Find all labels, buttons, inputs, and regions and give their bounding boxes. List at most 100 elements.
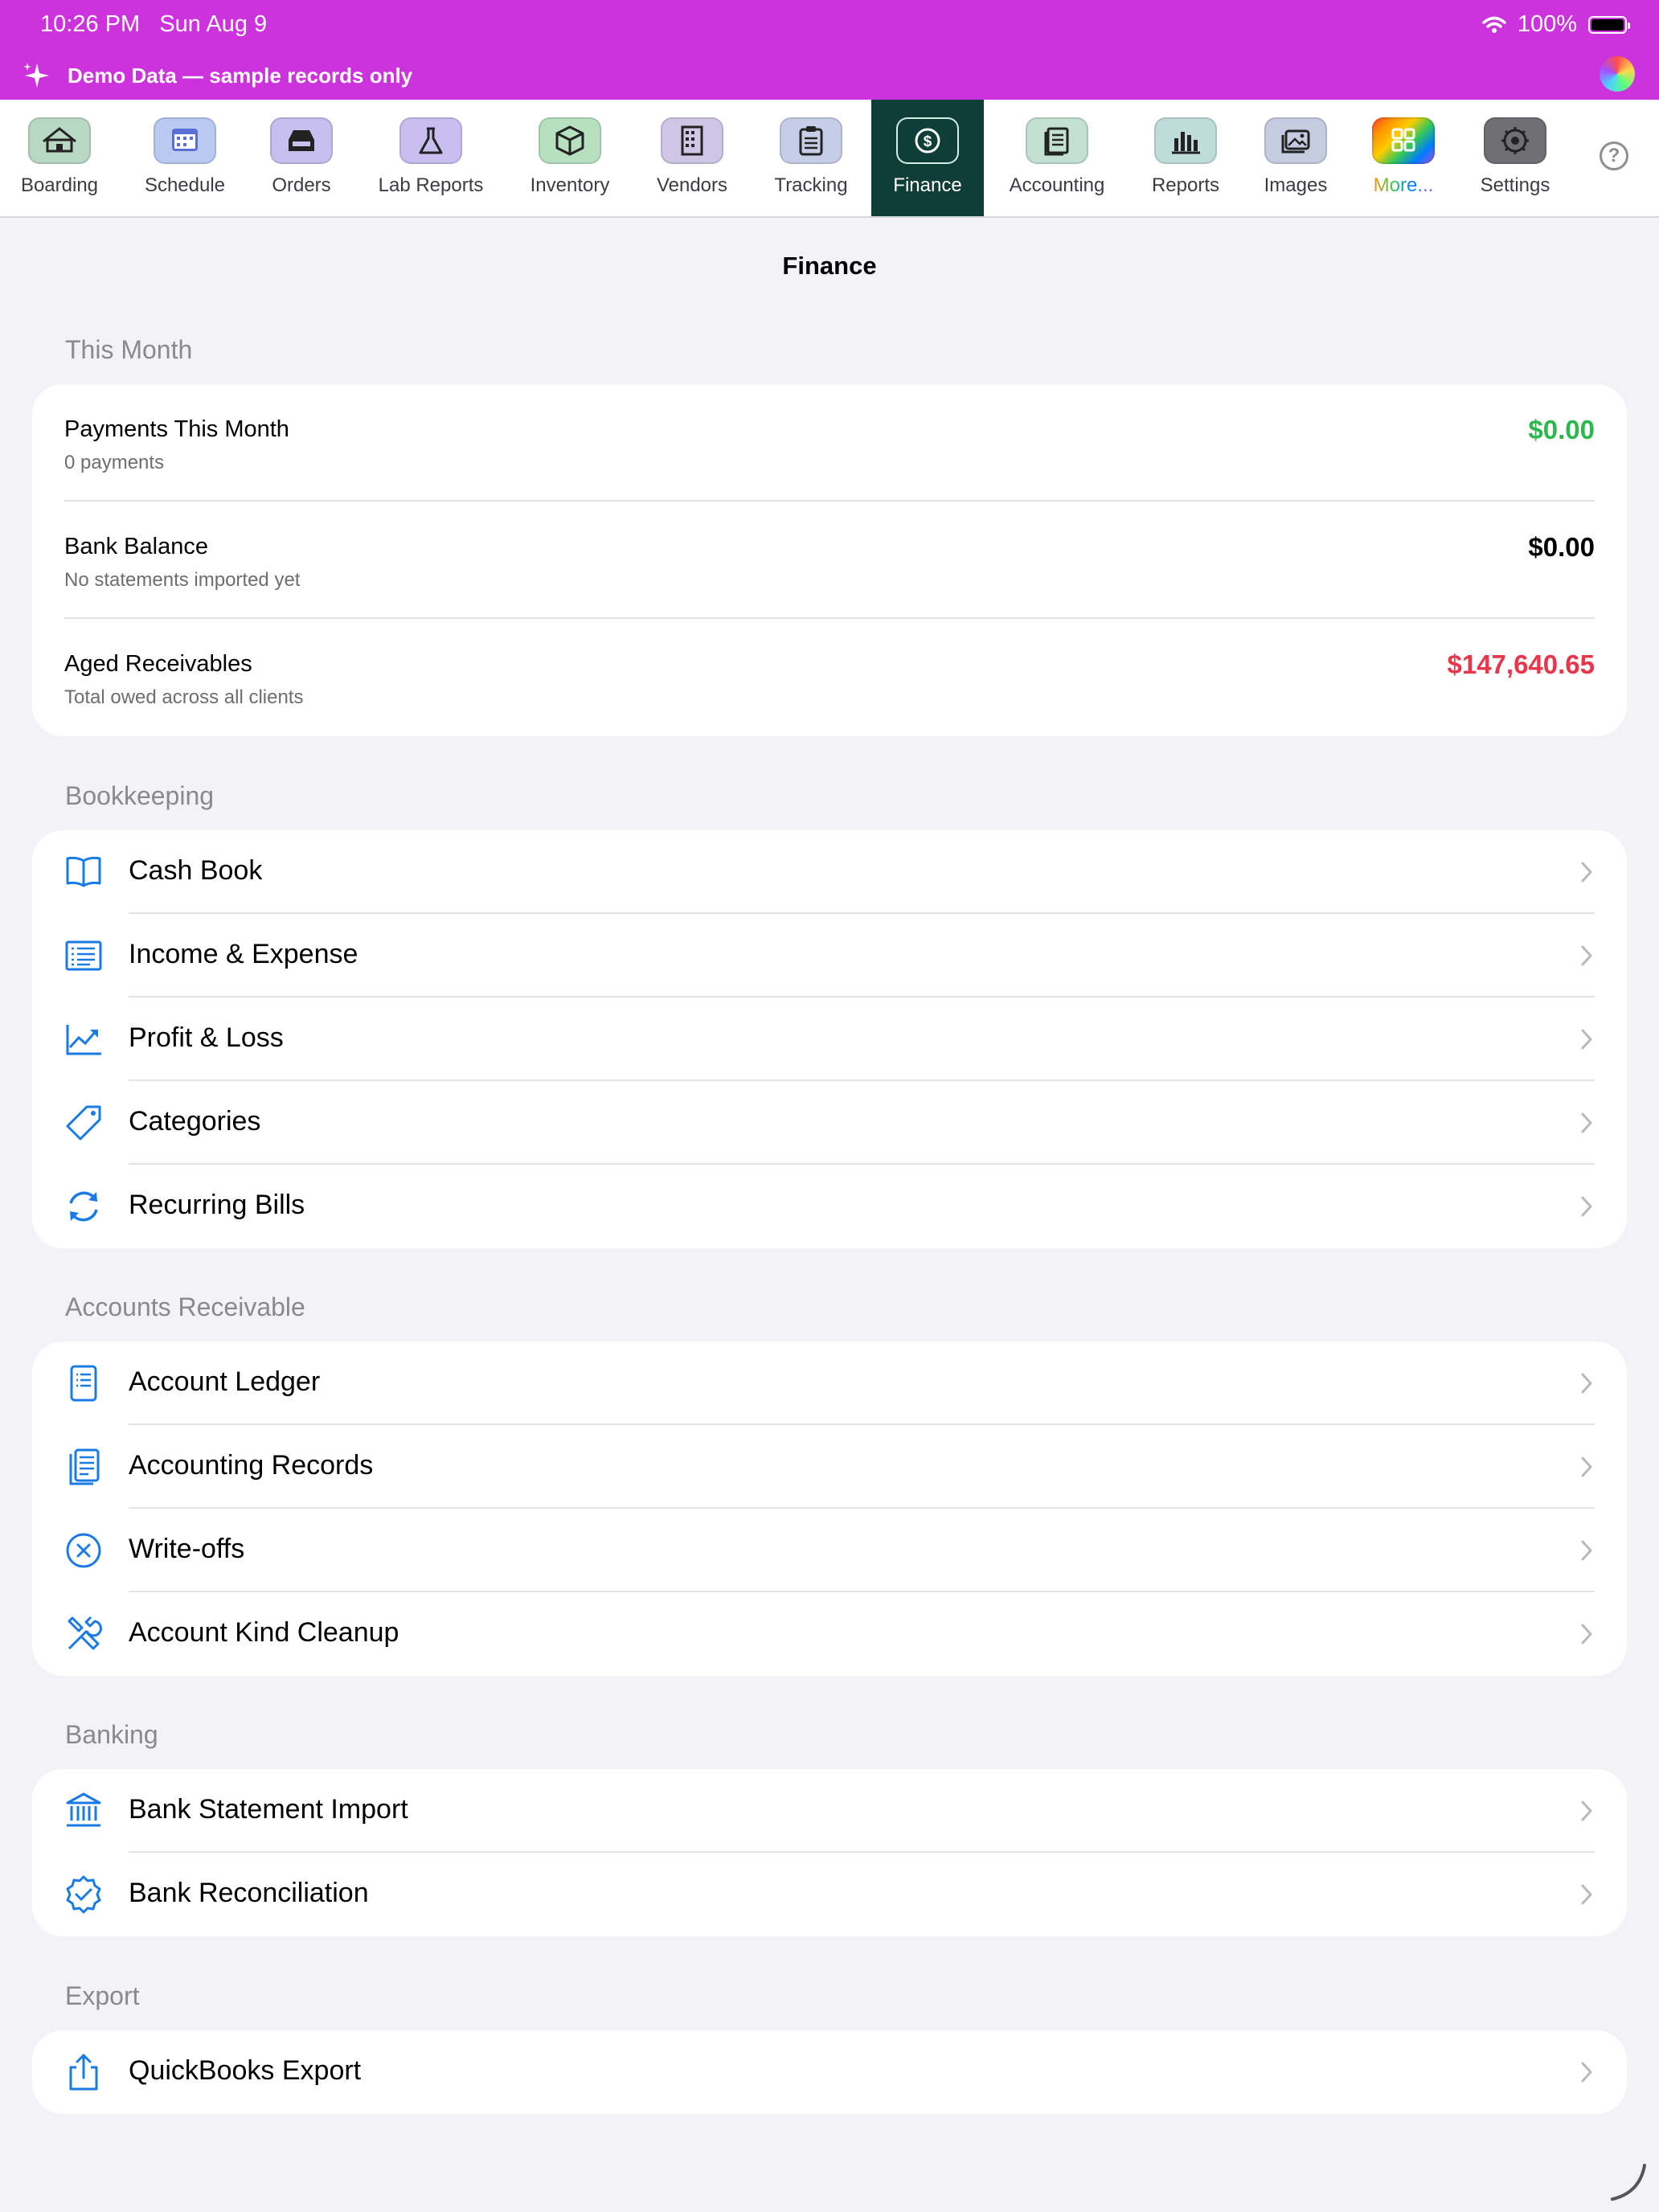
x-circle-icon: [66, 1533, 101, 1568]
nav-row-profit-loss[interactable]: Profit & Loss: [32, 997, 1627, 1081]
chevron-right-icon: [1581, 1624, 1592, 1645]
tab-label: Settings: [1480, 174, 1550, 196]
nav-row-bank-reconciliation[interactable]: Bank Reconciliation: [32, 1853, 1627, 1936]
nav-label: Categories: [129, 1106, 261, 1137]
summary-value: $0.00: [1528, 532, 1595, 562]
tab-label: Orders: [272, 174, 331, 196]
export-card: QuickBooks Export: [32, 2030, 1627, 2114]
section-header-export: Export: [65, 1981, 140, 2010]
chevron-right-icon: [1581, 1373, 1592, 1394]
summary-title: Aged Receivables: [64, 651, 252, 677]
chevron-right-icon: [1581, 1800, 1592, 1821]
sparkle-icon: [23, 63, 49, 88]
chevron-right-icon: [1581, 1540, 1592, 1561]
section-header-banking: Banking: [65, 1720, 158, 1749]
nav-row-account-ledger[interactable]: Account Ledger: [32, 1342, 1627, 1425]
share-icon: [69, 2054, 98, 2091]
profile-orb-icon[interactable]: [1600, 56, 1635, 92]
nav-row-account-kind-cleanup[interactable]: Account Kind Cleanup: [32, 1592, 1627, 1676]
tab-label: Schedule: [144, 174, 226, 196]
summary-row-bank-balance: Bank Balance No statements imported yet …: [32, 502, 1627, 619]
summary-row-aged-receivables: Aged Receivables Total owed across all c…: [32, 619, 1627, 736]
chevron-right-icon: [1581, 1112, 1592, 1133]
list-icon: [65, 940, 102, 971]
tag-icon: [66, 1105, 101, 1141]
nav-row-bank-statement-import[interactable]: Bank Statement Import: [32, 1769, 1627, 1853]
battery-icon: [1588, 15, 1630, 34]
tab-label: Inventory: [530, 174, 610, 196]
summary-subtitle: Total owed across all clients: [64, 686, 304, 708]
tab-finance[interactable]: $ Finance: [871, 100, 984, 216]
tab-reports[interactable]: Reports: [1133, 100, 1238, 216]
book-icon: [66, 856, 101, 887]
wrench-icon: [68, 1616, 102, 1650]
clipboard-icon: [780, 117, 842, 164]
chevron-right-icon: [1581, 1456, 1592, 1477]
records-icon: [69, 1448, 100, 1485]
tab-images[interactable]: Images: [1243, 100, 1348, 216]
section-header-accounts-receivable: Accounts Receivable: [65, 1292, 305, 1321]
nav-label: Profit & Loss: [129, 1022, 284, 1053]
tab-label: Accounting: [1009, 174, 1105, 196]
nav-row-cash-book[interactable]: Cash Book: [32, 830, 1627, 914]
section-header-this-month: This Month: [65, 335, 193, 364]
nav-row-categories[interactable]: Categories: [32, 1081, 1627, 1165]
tray-icon: [270, 117, 333, 164]
tab-accounting[interactable]: Accounting: [1005, 100, 1109, 216]
chevron-right-icon: [1581, 2062, 1592, 2083]
tab-label: Vendors: [656, 174, 728, 196]
nav-label: Write-offs: [129, 1534, 245, 1564]
status-time: 10:26 PM Sun Aug 9: [40, 11, 267, 38]
tab-orders[interactable]: Orders: [249, 100, 354, 216]
tab-settings[interactable]: Settings: [1463, 100, 1567, 216]
tab-inventory[interactable]: Inventory: [518, 100, 622, 216]
nav-label: Cash Book: [129, 855, 263, 886]
tab-label: Tracking: [774, 174, 848, 196]
nav-label: Income & Expense: [129, 939, 358, 969]
tab-tracking[interactable]: Tracking: [759, 100, 863, 216]
ledger-icon: [1026, 117, 1088, 164]
demo-banner-text: Demo Data — sample records only: [68, 63, 413, 88]
receivable-card: Account Ledger Accounting Records Write-of…: [32, 1342, 1627, 1676]
top-toolbar: Boarding Schedule Orders Lab Reports Invento…: [0, 100, 1659, 218]
clock-date: Sun Aug 9: [159, 11, 268, 37]
tab-label: More...: [1373, 174, 1434, 196]
banking-card: Bank Statement Import Bank Reconciliation: [32, 1769, 1627, 1936]
nav-row-write-offs[interactable]: Write-offs: [32, 1509, 1627, 1592]
tab-label: Reports: [1151, 174, 1220, 196]
tab-label: Boarding: [20, 174, 99, 196]
resize-handle-icon[interactable]: [1608, 2161, 1649, 2202]
nav-row-income-expense[interactable]: Income & Expense: [32, 914, 1627, 997]
repeat-icon: [69, 1191, 98, 1222]
flask-icon: [399, 117, 462, 164]
tab-label: Lab Reports: [378, 174, 484, 196]
tab-lab-reports[interactable]: Lab Reports: [379, 100, 483, 216]
demo-banner[interactable]: Demo Data — sample records only: [23, 61, 412, 90]
trend-up-icon: [66, 1025, 101, 1055]
tab-schedule[interactable]: Schedule: [133, 100, 237, 216]
nav-label: Accounting Records: [129, 1450, 374, 1481]
nav-label: Account Kind Cleanup: [129, 1617, 399, 1648]
nav-row-accounting-records[interactable]: Accounting Records: [32, 1425, 1627, 1509]
summary-subtitle: No statements imported yet: [64, 569, 301, 591]
nav-row-recurring-bills[interactable]: Recurring Bills: [32, 1165, 1627, 1248]
question-circle-icon[interactable]: ?: [1600, 141, 1628, 170]
clock-time: 10:26 PM: [40, 11, 141, 37]
summary-value: $147,640.65: [1447, 649, 1595, 679]
summary-row-payments: Payments This Month 0 payments $0.00: [32, 384, 1627, 502]
page-title: Finance: [782, 252, 877, 280]
grid-icon: [1372, 117, 1435, 164]
bank-icon: [66, 1792, 101, 1827]
tab-vendors[interactable]: Vendors: [640, 100, 744, 216]
tab-boarding[interactable]: Boarding: [7, 100, 112, 216]
section-header-bookkeeping: Bookkeeping: [65, 781, 215, 810]
chevron-right-icon: [1581, 1884, 1592, 1905]
photos-icon: [1264, 117, 1327, 164]
nav-row-quickbooks-export[interactable]: QuickBooks Export: [32, 2030, 1627, 2114]
nav-label: QuickBooks Export: [129, 2055, 362, 2086]
calendar-icon: [154, 117, 216, 164]
summary-value: $0.00: [1528, 415, 1595, 444]
bar-chart-icon: [1154, 117, 1217, 164]
tab-more[interactable]: More...: [1351, 100, 1456, 216]
seal-check-icon: [66, 1875, 101, 1914]
